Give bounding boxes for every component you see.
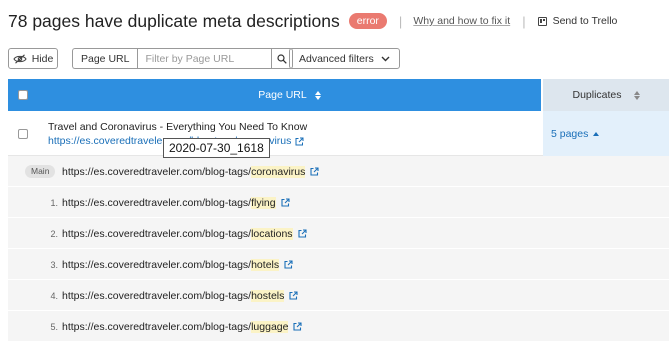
external-link-icon[interactable]: [284, 260, 293, 269]
list-item: Main https://es.coveredtraveler.com/blog…: [8, 156, 669, 187]
external-link-icon[interactable]: [295, 137, 304, 146]
external-link-icon[interactable]: [289, 291, 298, 300]
column-label: Page URL: [258, 89, 307, 101]
separator: |: [398, 13, 403, 29]
external-link-icon[interactable]: [293, 322, 303, 331]
url-slug: flying: [251, 196, 276, 209]
select-all-cell: [8, 79, 38, 111]
main-badge: Main: [25, 165, 56, 178]
column-label: Duplicates: [572, 89, 622, 101]
sort-icon: [314, 90, 321, 100]
url-prefix: https://es.coveredtraveler.com/blog-tags…: [62, 165, 252, 178]
duplicates-toggle[interactable]: 5 pages: [543, 111, 669, 156]
url-prefix: https://es.coveredtraveler.com/blog-tags…: [62, 320, 252, 333]
list-item: 5. https://es.coveredtraveler.com/blog-t…: [8, 311, 669, 342]
separator: |: [522, 13, 526, 29]
item-number: 4.: [50, 290, 58, 301]
why-how-fix-link[interactable]: Why and how to fix it: [413, 15, 510, 27]
url-prefix: https://es.coveredtraveler.com/blog-tags…: [62, 196, 252, 209]
page-title-text: Travel and Coronavirus - Everything You …: [48, 121, 308, 133]
item-number: 1.: [50, 197, 58, 208]
duplicate-url-link[interactable]: https://es.coveredtraveler.com/blog-tags…: [62, 156, 319, 187]
url-slug: coronavirus: [251, 165, 306, 178]
external-link-icon[interactable]: [297, 229, 307, 238]
page-title: 78 pages have duplicate meta description…: [8, 10, 340, 31]
hide-button[interactable]: Hide: [8, 48, 58, 69]
column-header-page-url[interactable]: Page URL: [38, 79, 541, 111]
item-number: 3.: [50, 259, 58, 270]
url-slug: hostels: [251, 289, 285, 302]
send-to-trello-button[interactable]: Send to Trello: [537, 15, 618, 27]
caret-up-icon: [593, 131, 600, 136]
duplicate-url-link[interactable]: https://es.coveredtraveler.com/blog-tags…: [62, 187, 290, 218]
error-badge: error: [348, 13, 387, 29]
duplicates-count: 5 pages: [551, 127, 589, 140]
sort-icon: [633, 90, 640, 100]
filter-field-selector[interactable]: Page URL: [72, 48, 138, 69]
url-prefix: https://es.coveredtraveler.com/blog-tags…: [62, 227, 252, 240]
search-icon: [277, 53, 288, 64]
filter-url-input[interactable]: [137, 48, 273, 69]
select-all-checkbox[interactable]: [18, 90, 28, 100]
list-item: 4. https://es.coveredtraveler.com/blog-t…: [8, 280, 669, 311]
timestamp-tooltip: 2020-07-30_1618: [163, 138, 270, 158]
page-header: 78 pages have duplicate meta description…: [8, 9, 617, 33]
url-slug: hotels: [251, 258, 280, 271]
url-slug: locations: [251, 227, 293, 240]
url-slug: luggage: [251, 320, 289, 333]
duplicate-url-link[interactable]: https://es.coveredtraveler.com/blog-tags…: [62, 311, 303, 342]
item-number: 5.: [50, 321, 58, 332]
advanced-filters-label: Advanced filters: [299, 52, 374, 65]
page-url-filter: Page URL: [72, 48, 294, 69]
item-number: 2.: [50, 228, 58, 239]
row-checkbox[interactable]: [18, 128, 28, 139]
url-prefix: https://es.coveredtraveler.com/blog-tags…: [62, 289, 252, 302]
send-to-trello-label: Send to Trello: [552, 15, 618, 27]
list-item: 1. https://es.coveredtraveler.com/blog-t…: [8, 187, 669, 218]
hide-label: Hide: [31, 52, 54, 65]
trello-icon: [537, 16, 547, 26]
duplicate-url-link[interactable]: https://es.coveredtraveler.com/blog-tags…: [62, 218, 307, 249]
table-row: Travel and Coronavirus - Everything You …: [8, 111, 669, 156]
list-item: 3. https://es.coveredtraveler.com/blog-t…: [8, 249, 669, 280]
duplicate-url-link[interactable]: https://es.coveredtraveler.com/blog-tags…: [62, 249, 293, 280]
column-header-duplicates[interactable]: Duplicates: [543, 79, 669, 111]
list-item: 2. https://es.coveredtraveler.com/blog-t…: [8, 218, 669, 249]
toolbar: Hide Page URL Advanced filters: [8, 48, 669, 69]
table-header: Page URL Duplicates: [8, 79, 669, 111]
external-link-icon[interactable]: [310, 167, 319, 176]
eye-slash-icon: [13, 53, 27, 64]
chevron-down-icon: [381, 56, 390, 61]
url-prefix: https://es.coveredtraveler.com/blog-tags…: [62, 258, 252, 271]
external-link-icon[interactable]: [281, 198, 290, 207]
duplicate-url-link[interactable]: https://es.coveredtraveler.com/blog-tags…: [62, 280, 298, 311]
row-checkbox-cell: [8, 111, 38, 156]
advanced-filters-button[interactable]: Advanced filters: [289, 48, 400, 69]
